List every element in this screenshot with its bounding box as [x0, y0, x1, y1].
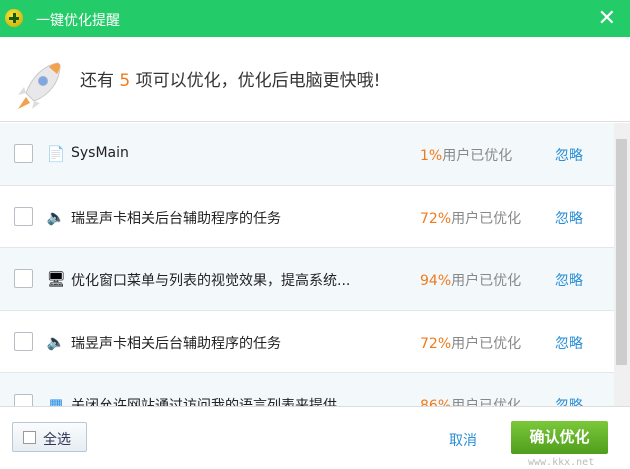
item-pct-label: 用户已优化 [451, 210, 522, 227]
item-count: 5 [119, 71, 131, 91]
close-button[interactable]: ✕ [598, 6, 616, 31]
item-pct-label: 用户已优化 [451, 273, 522, 289]
item-name: 瑞昱声卡相关后台辅助程序的任务 [71, 210, 281, 227]
headline-prefix: 还有 [80, 71, 114, 91]
item-name: 瑞昱声卡相关后台辅助程序的任务 [71, 335, 281, 352]
monitor-icon: 🖥 [46, 270, 66, 288]
file-icon: 📄 [46, 145, 66, 163]
window-title: 一键优化提醒 [36, 13, 120, 29]
ignore-link[interactable]: 忽略 [555, 333, 583, 353]
list-item: 📄 SysMain 1%用户已优化 忽略 [0, 123, 614, 186]
list-item: ▦ 关闭允许网站通过访问我的语言列表来提供... 86%用户已优化 忽略 [0, 373, 614, 406]
item-name: 关闭允许网站通过访问我的语言列表来提供... [71, 398, 351, 406]
title-bar: 一键优化提醒 ✕ [0, 0, 630, 37]
item-pct: 72% [420, 210, 452, 227]
item-stat: 1%用户已优化 [420, 145, 512, 165]
cancel-button[interactable]: 取消 [449, 430, 477, 450]
item-name: SysMain [71, 145, 129, 161]
ignore-link[interactable]: 忽略 [555, 145, 583, 165]
windows-icon: ▦ [48, 395, 64, 406]
footer: 全选 取消 确认优化 www.kkx.net [0, 406, 630, 469]
select-all-button[interactable]: 全选 [12, 422, 87, 452]
rocket-icon [18, 62, 61, 109]
speaker-icon: 🔈 [46, 332, 66, 351]
select-all-checkbox[interactable] [23, 431, 36, 444]
item-pct-label: 用户已优化 [451, 335, 522, 352]
item-stat: 94%用户已优化 [420, 270, 521, 290]
scrollbar-thumb[interactable] [616, 139, 627, 365]
select-all-label: 全选 [43, 432, 71, 448]
item-pct-label: 用户已优化 [451, 398, 522, 406]
list-item: 🔈 瑞昱声卡相关后台辅助程序的任务 72%用户已优化 忽略 [0, 186, 614, 248]
item-stat: 86%用户已优化 [420, 395, 521, 406]
item-pct: 72% [420, 335, 452, 352]
headline: 还有 5 项可以优化，优化后电脑更快哦! [80, 66, 380, 91]
list-item: 🔈 瑞昱声卡相关后台辅助程序的任务 72%用户已优化 忽略 [0, 311, 614, 373]
item-checkbox[interactable] [14, 394, 33, 406]
item-checkbox[interactable] [14, 144, 33, 163]
item-name: 优化窗口菜单与列表的视觉效果，提高系统... [71, 273, 351, 289]
item-checkbox[interactable] [14, 269, 33, 288]
watermark: www.kkx.net [528, 457, 595, 468]
item-pct: 94% [420, 273, 452, 289]
optimization-list: 📄 SysMain 1%用户已优化 忽略 🔈 瑞昱声卡相关后台辅助程序的任务 7… [0, 123, 614, 406]
scrollbar[interactable] [614, 123, 630, 406]
list-item: 🖥 优化窗口菜单与列表的视觉效果，提高系统... 94%用户已优化 忽略 [0, 248, 614, 311]
ignore-link[interactable]: 忽略 [555, 395, 583, 406]
item-pct: 1% [420, 148, 443, 164]
confirm-optimize-button[interactable]: 确认优化 [511, 421, 608, 454]
item-stat: 72%用户已优化 [420, 333, 521, 353]
ignore-link[interactable]: 忽略 [555, 270, 583, 290]
item-checkbox[interactable] [14, 331, 33, 351]
item-pct: 86% [420, 398, 452, 406]
ignore-link[interactable]: 忽略 [555, 208, 583, 228]
item-pct-label: 用户已优化 [442, 148, 513, 164]
headline-suffix: 项可以优化，优化后电脑更快哦! [135, 71, 381, 91]
header: 还有 5 项可以优化，优化后电脑更快哦! [0, 37, 630, 122]
speaker-icon: 🔈 [46, 207, 66, 226]
item-checkbox[interactable] [14, 206, 33, 226]
item-stat: 72%用户已优化 [420, 208, 521, 228]
app-logo-icon [5, 9, 23, 27]
